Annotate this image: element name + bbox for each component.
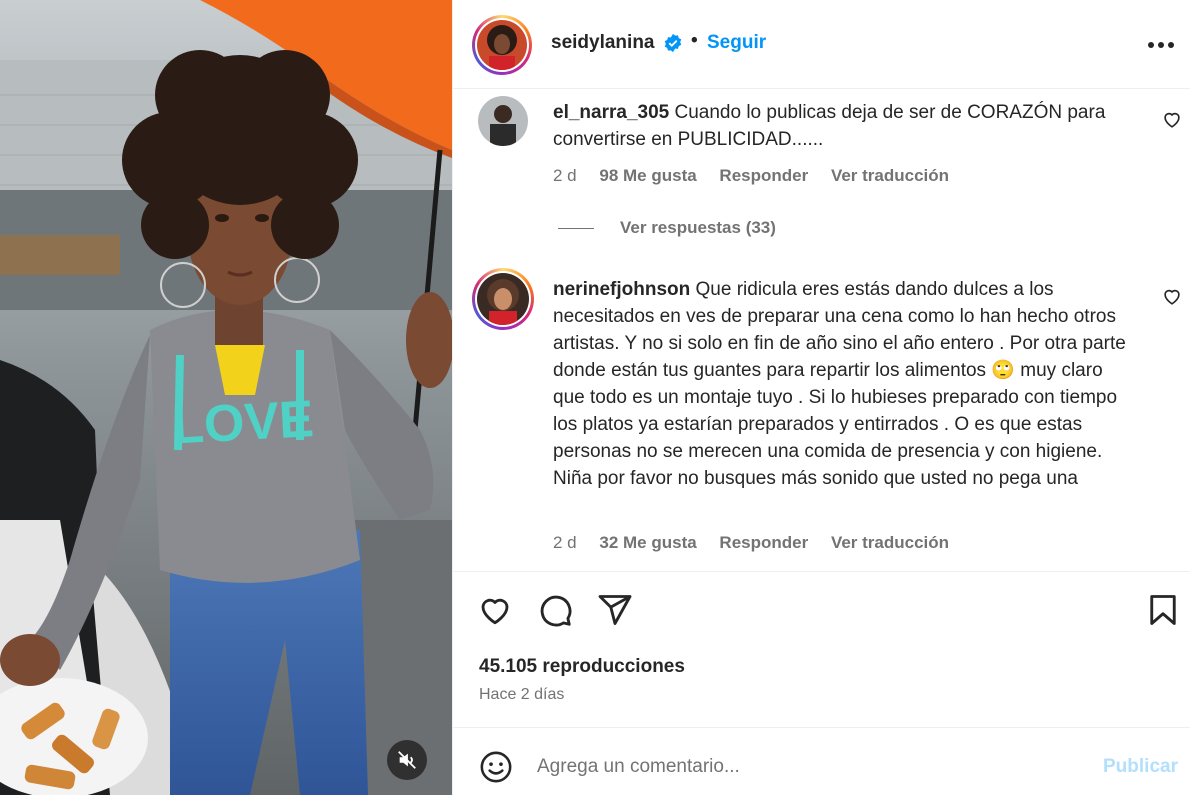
comment-meta: 2 d 98 Me gusta Responder Ver traducción [553, 166, 967, 186]
svg-text:LOVE: LOVE [171, 390, 315, 455]
view-replies-button[interactable]: Ver respuestas (33) [558, 218, 776, 238]
comments-list[interactable]: el_narra_305 Cuando lo publicas deja de … [453, 90, 1190, 570]
reply-button[interactable]: Responder [719, 166, 808, 185]
translate-button[interactable]: Ver traducción [831, 533, 949, 552]
comment-time[interactable]: 2 d [553, 533, 577, 552]
view-replies-label: Ver respuestas (33) [620, 218, 776, 237]
post-timestamp[interactable]: Hace 2 días [479, 686, 564, 704]
comment-likes[interactable]: 98 Me gusta [599, 166, 696, 185]
commenter-avatar[interactable] [472, 268, 534, 330]
header-separator: • [691, 30, 698, 51]
author-username[interactable]: seidylanina [551, 32, 655, 54]
comment-body: el_narra_305 Cuando lo publicas deja de … [553, 99, 1133, 153]
share-icon[interactable] [597, 592, 633, 628]
emoji-icon[interactable] [479, 750, 513, 784]
commenter-avatar-image [477, 273, 529, 325]
comment-likes[interactable]: 32 Me gusta [599, 533, 696, 552]
muted-speaker-icon [398, 751, 416, 769]
comment-heart-icon[interactable] [1161, 108, 1183, 130]
publish-comment-button[interactable]: Publicar [1103, 756, 1178, 778]
comment-composer: Publicar [453, 727, 1190, 795]
comment-meta: 2 d 32 Me gusta Responder Ver traducción [553, 533, 967, 553]
commenter-username[interactable]: el_narra_305 [553, 102, 669, 123]
post-header: seidylanina • Seguir [453, 0, 1190, 89]
comment-heart-icon[interactable] [1161, 285, 1183, 307]
follow-button[interactable]: Seguir [707, 32, 766, 54]
comment-time[interactable]: 2 d [553, 166, 577, 185]
video-frame: LOVE [0, 0, 452, 795]
reply-button[interactable]: Responder [719, 533, 808, 552]
comment-body: nerinefjohnson Que ridicula eres estás d… [553, 276, 1133, 492]
bookmark-icon[interactable] [1145, 592, 1181, 628]
commenter-avatar[interactable] [478, 96, 528, 146]
author-avatar-image [477, 20, 527, 70]
post-actions: 45.105 reproducciones Hace 2 días [453, 571, 1190, 726]
comment-icon[interactable] [537, 592, 573, 628]
post-side-panel: seidylanina • Seguir el_narra_305 Cuando… [452, 0, 1190, 795]
post-media[interactable]: LOVE [0, 0, 452, 795]
author-avatar[interactable] [472, 15, 532, 75]
eye-roll-emoji: 🙄 [991, 360, 1015, 381]
commenter-avatar-image [478, 96, 528, 146]
commenter-username[interactable]: nerinefjohnson [553, 279, 690, 300]
comment-input[interactable] [537, 752, 1077, 782]
more-options-icon[interactable] [1147, 40, 1175, 50]
view-count[interactable]: 45.105 reproducciones [479, 656, 685, 678]
verified-badge-icon [664, 33, 682, 53]
translate-button[interactable]: Ver traducción [831, 166, 949, 185]
heart-icon[interactable] [477, 592, 513, 628]
mute-toggle-button[interactable] [387, 740, 427, 780]
